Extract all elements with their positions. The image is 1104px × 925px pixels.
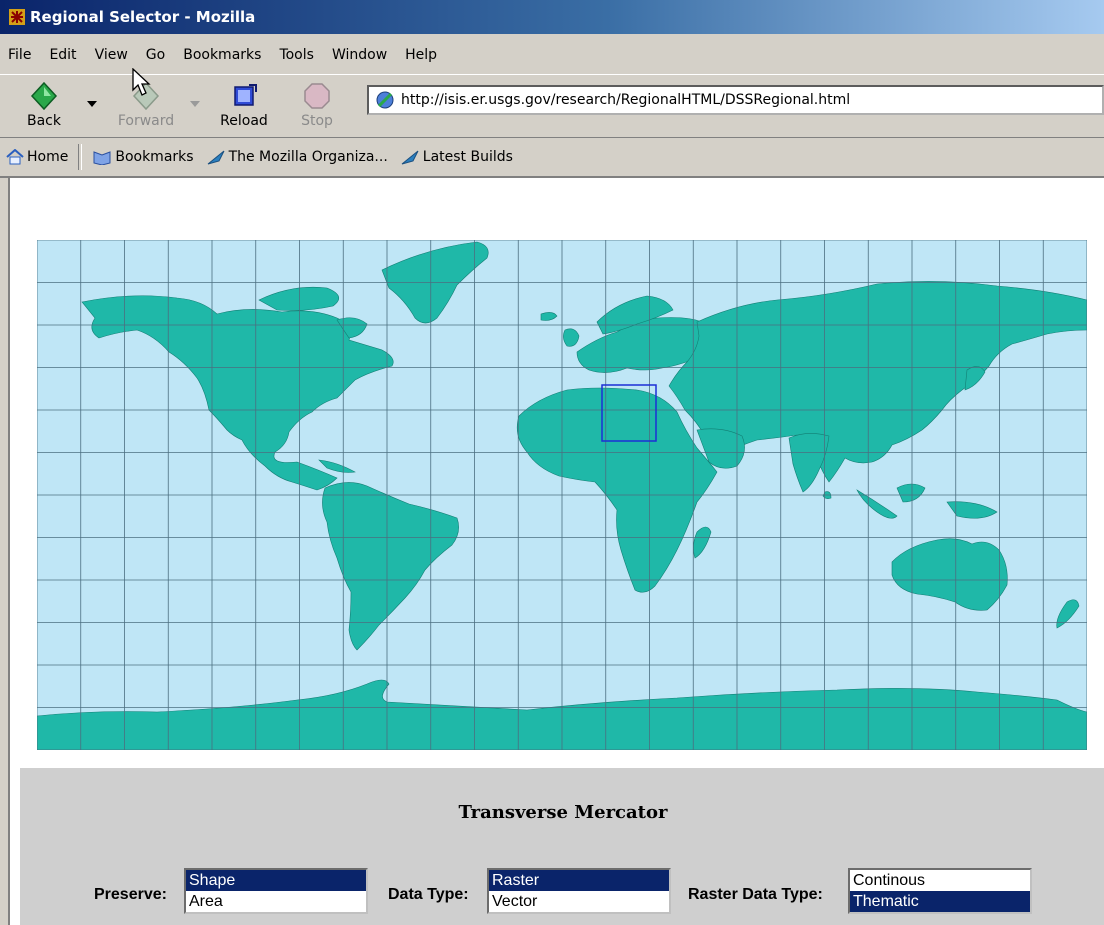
menu-go[interactable]: Go [146,47,165,63]
page-content: Transverse Mercator Preserve: Shape Area… [8,178,1104,925]
latest-builds-bookmark[interactable]: Latest Builds [400,149,513,165]
bookmark-leaf-icon [401,150,419,165]
reload-icon [234,84,257,106]
menu-edit[interactable]: Edit [49,47,76,63]
data-type-listbox[interactable]: Raster Vector [487,868,671,914]
menu-bar: File Edit View Go Bookmarks Tools Window… [0,40,1104,70]
menu-window[interactable]: Window [332,47,387,63]
menu-bookmarks[interactable]: Bookmarks [183,47,261,63]
navigation-toolbar: Back Forward Reload Stop http://isis.er.… [0,74,1104,138]
home-button[interactable]: Home [6,149,68,165]
raster-data-type-listbox[interactable]: Continous Thematic [848,868,1032,914]
menu-file[interactable]: File [8,47,31,63]
reload-label: Reload [220,113,268,129]
page-proxy-icon [376,91,394,109]
mozilla-app-icon [9,9,25,25]
forward-dropdown-icon[interactable] [190,101,200,107]
data-type-label: Data Type: [388,886,469,903]
bookmarks-icon [93,151,111,165]
back-arrow-icon [30,81,58,111]
projection-panel: Transverse Mercator Preserve: Shape Area… [20,768,1104,925]
home-label: Home [27,149,69,165]
projection-title: Transverse Mercator [458,802,668,823]
menu-tools[interactable]: Tools [279,47,314,63]
bookmarks-label: Bookmarks [115,149,194,165]
back-dropdown-icon[interactable] [87,101,97,107]
mouse-cursor-icon [132,68,151,96]
bookmark-leaf-icon [207,150,225,165]
raster-option-continous[interactable]: Continous [850,870,1030,891]
world-map-canvas[interactable] [36,239,1088,751]
home-icon [6,149,24,165]
url-text: http://isis.er.usgs.gov/research/Regiona… [401,92,851,108]
menu-help[interactable]: Help [405,47,437,63]
raster-data-type-label: Raster Data Type: [688,886,823,903]
data-type-option-raster[interactable]: Raster [489,870,669,891]
stop-label: Stop [301,113,333,129]
reload-button[interactable]: Reload [212,81,276,133]
mozilla-org-label: The Mozilla Organiza... [228,149,388,165]
stop-icon [304,83,330,109]
mozilla-org-bookmark[interactable]: The Mozilla Organiza... [206,149,388,165]
world-map[interactable] [36,239,1088,751]
url-bar[interactable]: http://isis.er.usgs.gov/research/Regiona… [367,85,1104,115]
data-type-option-vector[interactable]: Vector [489,891,669,912]
menu-view[interactable]: View [95,47,128,63]
raster-option-thematic[interactable]: Thematic [850,891,1030,912]
back-button[interactable]: Back [12,81,76,133]
toolbar-separator [78,144,83,170]
preserve-label: Preserve: [94,886,167,903]
preserve-option-area[interactable]: Area [186,891,366,912]
window-titlebar: Regional Selector - Mozilla [0,0,1104,34]
bookmarks-button[interactable]: Bookmarks [92,149,194,165]
personal-toolbar: Home Bookmarks The Mozilla Organiza... L… [0,138,1104,178]
preserve-option-shape[interactable]: Shape [186,870,366,891]
latest-builds-label: Latest Builds [422,149,513,165]
back-label: Back [27,113,61,129]
stop-button[interactable]: Stop [285,81,349,133]
preserve-listbox[interactable]: Shape Area [184,868,368,914]
window-title: Regional Selector - Mozilla [30,8,256,26]
forward-label: Forward [117,113,175,129]
